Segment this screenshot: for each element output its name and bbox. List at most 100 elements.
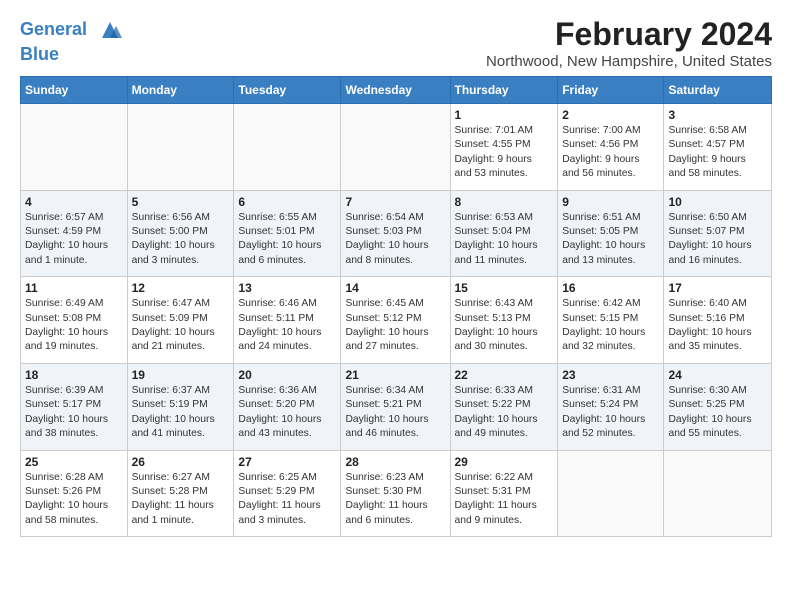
day-info: Sunrise: 7:00 AMSunset: 4:56 PMDaylight:… [562, 124, 659, 182]
day-number: 9 [562, 195, 659, 209]
page-subtitle: Northwood, New Hampshire, United States [486, 53, 772, 70]
day-info: Sunrise: 6:54 AMSunset: 5:03 PMDaylight:… [345, 211, 445, 269]
day-number: 19 [132, 368, 230, 382]
day-info: Sunrise: 6:22 AMSunset: 5:31 PMDaylight:… [455, 471, 554, 529]
calendar-cell [21, 104, 128, 191]
calendar-cell: 13 Sunrise: 6:46 AMSunset: 5:11 PMDayligh… [234, 277, 341, 364]
day-number: 14 [345, 281, 445, 295]
header-wednesday: Wednesday [341, 77, 450, 104]
calendar-cell: 22 Sunrise: 6:33 AMSunset: 5:22 PMDayligh… [450, 363, 558, 450]
day-number: 6 [238, 195, 336, 209]
day-number: 4 [25, 195, 123, 209]
week-row-4: 25Sunrise: 6:28 AMSunset: 5:26 PMDayligh… [21, 450, 772, 537]
day-info: Sunrise: 6:39 AMSunset: 5:17 PMDaylight:… [25, 384, 123, 442]
day-number: 29 [455, 455, 554, 469]
day-number: 11 [25, 281, 123, 295]
day-info: Sunrise: 6:36 AMSunset: 5:20 PMDaylight:… [238, 384, 336, 442]
calendar-cell: 15 Sunrise: 6:43 AMSunset: 5:13 PMDayligh… [450, 277, 558, 364]
week-row-0: 1 Sunrise: 7:01 AMSunset: 4:55 PMDaylight… [21, 104, 772, 191]
day-info: Sunrise: 6:53 AMSunset: 5:04 PMDaylight:… [455, 211, 554, 269]
day-number: 25 [25, 455, 123, 469]
logo-icon [96, 16, 124, 44]
header-friday: Friday [558, 77, 664, 104]
calendar-cell: 4 Sunrise: 6:57 AMSunset: 4:59 PMDaylight… [21, 190, 128, 277]
day-info: Sunrise: 6:47 AMSunset: 5:09 PMDaylight:… [132, 297, 230, 355]
calendar-cell: 18 Sunrise: 6:39 AMSunset: 5:17 PMDayligh… [21, 363, 128, 450]
day-info: Sunrise: 6:50 AMSunset: 5:07 PMDaylight:… [668, 211, 767, 269]
day-info: Sunrise: 6:42 AMSunset: 5:15 PMDaylight:… [562, 297, 659, 355]
calendar-table: SundayMondayTuesdayWednesdayThursdayFrid… [20, 76, 772, 537]
calendar-cell: 10 Sunrise: 6:50 AMSunset: 5:07 PMDayligh… [664, 190, 772, 277]
page-title: February 2024 [486, 16, 772, 53]
calendar-cell: 9 Sunrise: 6:51 AMSunset: 5:05 PMDaylight… [558, 190, 664, 277]
day-info: Sunrise: 6:43 AMSunset: 5:13 PMDaylight:… [455, 297, 554, 355]
day-number: 12 [132, 281, 230, 295]
day-info: Sunrise: 6:46 AMSunset: 5:11 PMDaylight:… [238, 297, 336, 355]
calendar-cell: 5Sunrise: 6:56 AMSunset: 5:00 PMDaylight… [127, 190, 234, 277]
day-info: Sunrise: 6:37 AMSunset: 5:19 PMDaylight:… [132, 384, 230, 442]
calendar-cell: 6 Sunrise: 6:55 AMSunset: 5:01 PMDaylight… [234, 190, 341, 277]
day-number: 18 [25, 368, 123, 382]
calendar-cell: 25Sunrise: 6:28 AMSunset: 5:26 PMDayligh… [21, 450, 128, 537]
day-number: 20 [238, 368, 336, 382]
day-info: Sunrise: 7:01 AMSunset: 4:55 PMDaylight:… [455, 124, 554, 182]
day-number: 26 [132, 455, 230, 469]
calendar-cell: 17Sunrise: 6:40 AMSunset: 5:16 PMDayligh… [664, 277, 772, 364]
header-row: SundayMondayTuesdayWednesdayThursdayFrid… [21, 77, 772, 104]
calendar-cell: 19 Sunrise: 6:37 AMSunset: 5:19 PMDayligh… [127, 363, 234, 450]
calendar-cell: 23 Sunrise: 6:31 AMSunset: 5:24 PMDayligh… [558, 363, 664, 450]
header-saturday: Saturday [664, 77, 772, 104]
day-number: 21 [345, 368, 445, 382]
day-number: 8 [455, 195, 554, 209]
day-number: 23 [562, 368, 659, 382]
day-number: 15 [455, 281, 554, 295]
day-number: 22 [455, 368, 554, 382]
header-thursday: Thursday [450, 77, 558, 104]
header-sunday: Sunday [21, 77, 128, 104]
calendar-cell: 20 Sunrise: 6:36 AMSunset: 5:20 PMDayligh… [234, 363, 341, 450]
calendar-cell [234, 104, 341, 191]
page-header: General Blue February 2024 Northwood, Ne… [20, 16, 772, 70]
day-info: Sunrise: 6:34 AMSunset: 5:21 PMDaylight:… [345, 384, 445, 442]
day-info: Sunrise: 6:57 AMSunset: 4:59 PMDaylight:… [25, 211, 123, 269]
day-number: 27 [238, 455, 336, 469]
calendar-cell: 26 Sunrise: 6:27 AMSunset: 5:28 PMDayligh… [127, 450, 234, 537]
day-number: 2 [562, 108, 659, 122]
day-info: Sunrise: 6:49 AMSunset: 5:08 PMDaylight:… [25, 297, 123, 355]
week-row-3: 18 Sunrise: 6:39 AMSunset: 5:17 PMDayligh… [21, 363, 772, 450]
day-info: Sunrise: 6:30 AMSunset: 5:25 PMDaylight:… [668, 384, 767, 442]
calendar-cell: 16 Sunrise: 6:42 AMSunset: 5:15 PMDayligh… [558, 277, 664, 364]
day-info: Sunrise: 6:51 AMSunset: 5:05 PMDaylight:… [562, 211, 659, 269]
calendar-cell: 14Sunrise: 6:45 AMSunset: 5:12 PMDayligh… [341, 277, 450, 364]
day-info: Sunrise: 6:58 AMSunset: 4:57 PMDaylight:… [668, 124, 767, 182]
calendar-cell: 28Sunrise: 6:23 AMSunset: 5:30 PMDayligh… [341, 450, 450, 537]
day-info: Sunrise: 6:27 AMSunset: 5:28 PMDaylight:… [132, 471, 230, 529]
day-info: Sunrise: 6:40 AMSunset: 5:16 PMDaylight:… [668, 297, 767, 355]
day-info: Sunrise: 6:31 AMSunset: 5:24 PMDaylight:… [562, 384, 659, 442]
calendar-cell: 8 Sunrise: 6:53 AMSunset: 5:04 PMDaylight… [450, 190, 558, 277]
calendar-cell [127, 104, 234, 191]
day-number: 1 [455, 108, 554, 122]
calendar-cell: 29 Sunrise: 6:22 AMSunset: 5:31 PMDayligh… [450, 450, 558, 537]
day-number: 3 [668, 108, 767, 122]
calendar-cell: 3 Sunrise: 6:58 AMSunset: 4:57 PMDaylight… [664, 104, 772, 191]
day-number: 10 [668, 195, 767, 209]
day-number: 24 [668, 368, 767, 382]
week-row-2: 11 Sunrise: 6:49 AMSunset: 5:08 PMDayligh… [21, 277, 772, 364]
title-block: February 2024 Northwood, New Hampshire, … [486, 16, 772, 70]
calendar-cell [664, 450, 772, 537]
logo: General Blue [20, 16, 124, 65]
calendar-cell: 11 Sunrise: 6:49 AMSunset: 5:08 PMDayligh… [21, 277, 128, 364]
day-number: 5 [132, 195, 230, 209]
day-number: 16 [562, 281, 659, 295]
logo-blue: Blue [20, 44, 124, 65]
logo-general: General [20, 19, 87, 39]
day-number: 7 [345, 195, 445, 209]
day-info: Sunrise: 6:55 AMSunset: 5:01 PMDaylight:… [238, 211, 336, 269]
header-monday: Monday [127, 77, 234, 104]
week-row-1: 4 Sunrise: 6:57 AMSunset: 4:59 PMDaylight… [21, 190, 772, 277]
day-info: Sunrise: 6:33 AMSunset: 5:22 PMDaylight:… [455, 384, 554, 442]
calendar-cell: 12 Sunrise: 6:47 AMSunset: 5:09 PMDayligh… [127, 277, 234, 364]
day-number: 13 [238, 281, 336, 295]
calendar-cell: 21 Sunrise: 6:34 AMSunset: 5:21 PMDayligh… [341, 363, 450, 450]
